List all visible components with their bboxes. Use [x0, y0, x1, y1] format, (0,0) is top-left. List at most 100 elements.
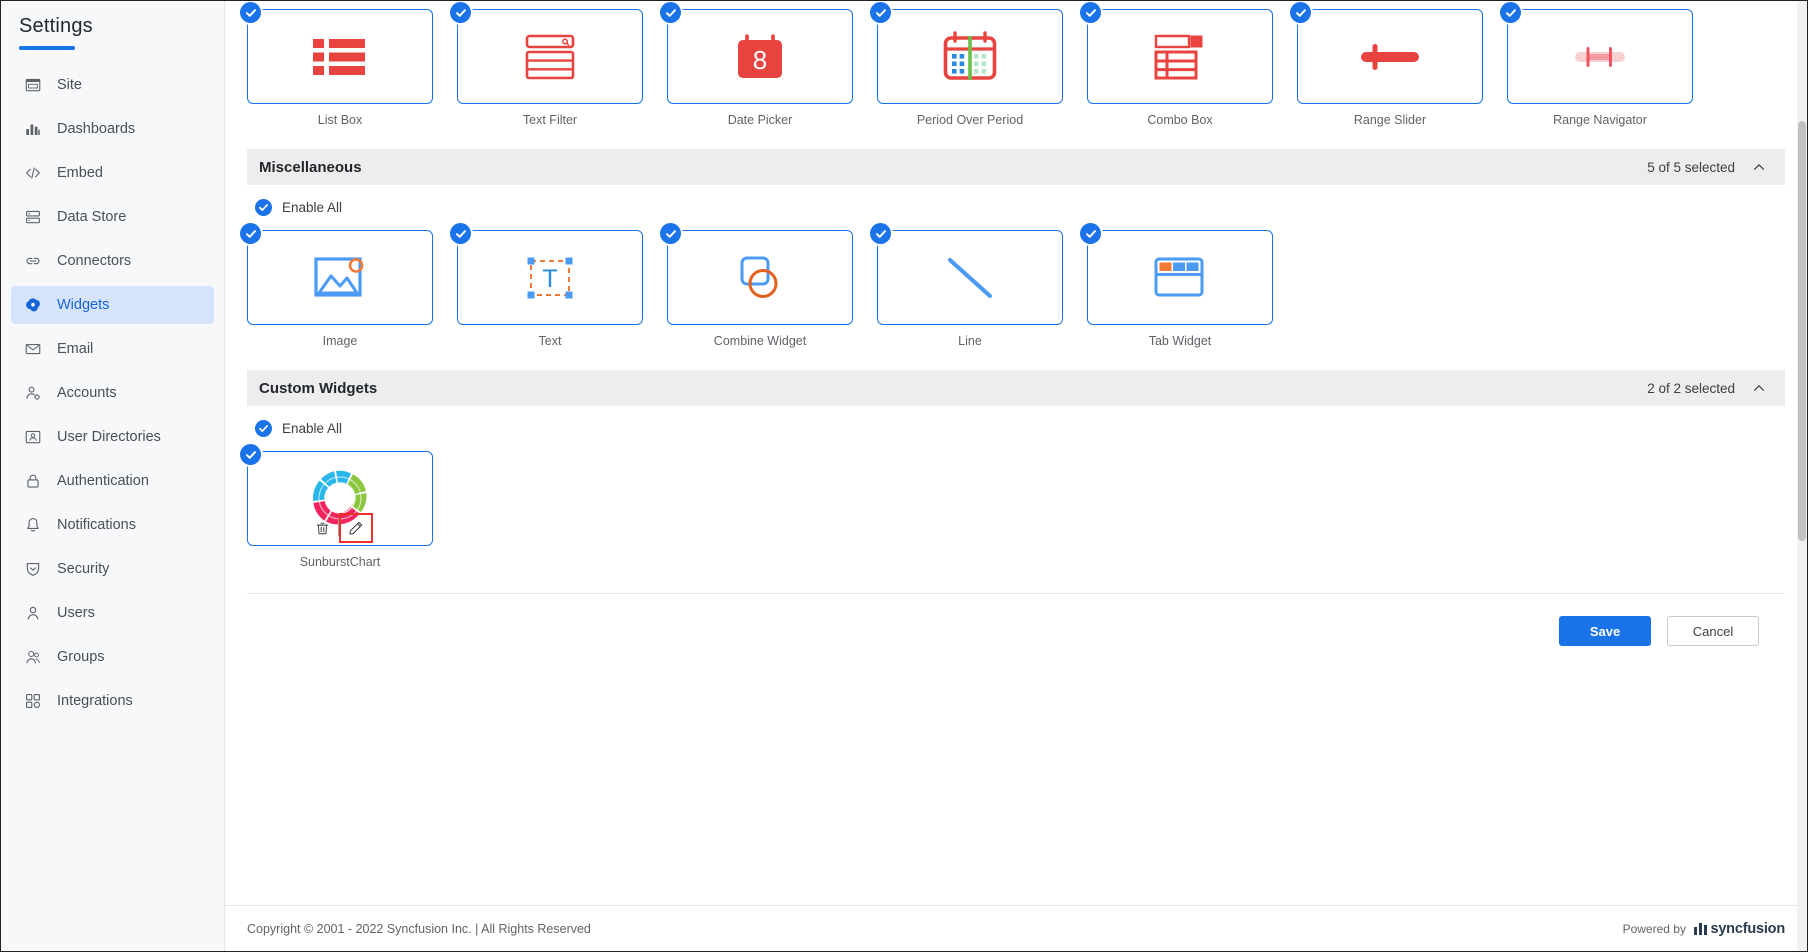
- pencil-icon[interactable]: [341, 515, 371, 541]
- widget-card-label: SunburstChart: [299, 555, 381, 569]
- widgets-icon: [23, 295, 43, 315]
- widget-checkbox-checked-icon[interactable]: [870, 2, 891, 23]
- line-icon: [942, 254, 998, 302]
- scrollbar-thumb[interactable]: [1798, 121, 1806, 541]
- cancel-button[interactable]: Cancel: [1667, 616, 1759, 646]
- sidebar-item-user-directories[interactable]: User Directories: [11, 418, 214, 456]
- main-panel: List Box Text Filter 8 Date Picker Period Ov…: [225, 1, 1807, 951]
- widget-checkbox-checked-icon[interactable]: [240, 223, 261, 244]
- checkbox-checked-icon[interactable]: [255, 420, 272, 437]
- widget-card-label: Combine Widget: [713, 334, 807, 348]
- widget-checkbox-checked-icon[interactable]: [1290, 2, 1311, 23]
- widget-checkbox-checked-icon[interactable]: [450, 2, 471, 23]
- embed-code-icon: [23, 163, 43, 183]
- sidebar-item-label: Groups: [57, 649, 105, 665]
- sidebar-item-label: User Directories: [57, 429, 161, 445]
- widget-checkbox-checked-icon[interactable]: [1500, 2, 1521, 23]
- widget-checkbox-checked-icon[interactable]: [660, 2, 681, 23]
- sidebar-item-groups[interactable]: Groups: [11, 638, 214, 676]
- widget-card-label: Text: [538, 334, 562, 348]
- user-icon: [23, 603, 43, 623]
- widget-card-combine-widget[interactable]: [660, 223, 853, 325]
- sidebar-header: Settings: [1, 15, 224, 50]
- sidebar-item-label: Email: [57, 341, 94, 357]
- bell-icon: [23, 515, 43, 535]
- sidebar-item-security[interactable]: Security: [11, 550, 214, 588]
- widget-card-wrapper: List Box: [240, 2, 433, 127]
- trash-icon[interactable]: [308, 515, 338, 541]
- widget-card-label: Tab Widget: [1148, 334, 1212, 348]
- envelope-icon: [23, 339, 43, 359]
- list-box-icon: [309, 34, 371, 80]
- sidebar-item-data-store[interactable]: Data Store: [11, 198, 214, 236]
- widget-card-tab-widget[interactable]: [1080, 223, 1273, 325]
- site-icon: [23, 75, 43, 95]
- widget-checkbox-checked-icon[interactable]: [660, 223, 681, 244]
- sidebar-item-accounts[interactable]: Accounts: [11, 374, 214, 412]
- widget-card-image[interactable]: [240, 223, 433, 325]
- widget-card-text-filter[interactable]: [450, 2, 643, 104]
- widget-card-text[interactable]: T: [450, 223, 643, 325]
- sidebar-item-label: Notifications: [57, 517, 136, 533]
- widget-card-label: Date Picker: [727, 113, 793, 127]
- widget-card-line[interactable]: [870, 223, 1063, 325]
- sidebar-item-label: Site: [57, 77, 82, 93]
- sidebar-item-integrations[interactable]: Integrations: [11, 682, 214, 720]
- miscellaneous-section-header[interactable]: Miscellaneous 5 of 5 selected: [247, 149, 1785, 185]
- widget-card-list-box[interactable]: [240, 2, 433, 104]
- svg-text:8: 8: [753, 45, 767, 75]
- date-picker-icon: 8: [733, 32, 787, 82]
- widget-card-wrapper: Image: [240, 223, 433, 348]
- custom-widgets-enable-all[interactable]: Enable All: [255, 420, 1785, 437]
- enable-all-label: Enable All: [282, 200, 343, 215]
- chevron-up-icon[interactable]: [1751, 159, 1767, 175]
- widget-card-wrapper: T Text: [450, 223, 643, 348]
- sidebar-item-label: Widgets: [57, 297, 110, 313]
- widget-card-label: Range Slider: [1353, 113, 1427, 127]
- sidebar-item-users[interactable]: Users: [11, 594, 214, 632]
- widget-card-label: Text Filter: [522, 113, 578, 127]
- custom-widgets-section-header[interactable]: Custom Widgets 2 of 2 selected: [247, 370, 1785, 406]
- sidebar-item-embed[interactable]: Embed: [11, 154, 214, 192]
- widget-checkbox-checked-icon[interactable]: [240, 2, 261, 23]
- sidebar-item-notifications[interactable]: Notifications: [11, 506, 214, 544]
- widget-card-sunburstchart[interactable]: [240, 444, 433, 546]
- widget-card-wrapper: Tab Widget: [1080, 223, 1273, 348]
- sidebar-item-label: Authentication: [57, 473, 149, 489]
- data-store-icon: [23, 207, 43, 227]
- miscellaneous-enable-all[interactable]: Enable All: [255, 199, 1785, 216]
- shield-icon: [23, 559, 43, 579]
- sidebar-item-site[interactable]: Site: [11, 66, 214, 104]
- text-icon: T: [525, 255, 575, 301]
- widget-card-wrapper: Text Filter: [450, 2, 643, 127]
- custom-widget-actions: [248, 513, 432, 543]
- sidebar-item-widgets[interactable]: Widgets: [11, 286, 214, 324]
- widget-checkbox-checked-icon[interactable]: [1080, 2, 1101, 23]
- sidebar-item-connectors[interactable]: Connectors: [11, 242, 214, 280]
- widget-card-date-picker[interactable]: 8: [660, 2, 853, 104]
- widget-card-combo-box[interactable]: [1080, 2, 1273, 104]
- sidebar-item-email[interactable]: Email: [11, 330, 214, 368]
- custom-widgets-section-title: Custom Widgets: [259, 379, 378, 397]
- vertical-scrollbar[interactable]: [1797, 1, 1807, 951]
- widget-card-range-navigator[interactable]: [1500, 2, 1693, 104]
- widget-checkbox-checked-icon[interactable]: [240, 444, 261, 465]
- save-button[interactable]: Save: [1559, 616, 1651, 646]
- sidebar-item-dashboards[interactable]: Dashboards: [11, 110, 214, 148]
- widget-checkbox-checked-icon[interactable]: [1080, 223, 1101, 244]
- widget-checkbox-checked-icon[interactable]: [450, 223, 471, 244]
- sidebar-item-authentication[interactable]: Authentication: [11, 462, 214, 500]
- widget-card-period-over-period[interactable]: [870, 2, 1063, 104]
- filter-widgets-grid: List Box Text Filter 8 Date Picker Period Ov…: [240, 2, 1785, 127]
- combo-box-icon: [1154, 33, 1206, 81]
- integrations-icon: [23, 691, 43, 711]
- widget-checkbox-checked-icon[interactable]: [870, 223, 891, 244]
- svg-text:T: T: [542, 265, 557, 293]
- account-gear-icon: [23, 383, 43, 403]
- period-over-period-icon: [941, 30, 999, 83]
- checkbox-checked-icon[interactable]: [255, 199, 272, 216]
- powered-by-label: Powered by: [1622, 921, 1686, 936]
- widget-card-range-slider[interactable]: [1290, 2, 1483, 104]
- chevron-up-icon[interactable]: [1751, 380, 1767, 396]
- sidebar-item-label: Users: [57, 605, 95, 621]
